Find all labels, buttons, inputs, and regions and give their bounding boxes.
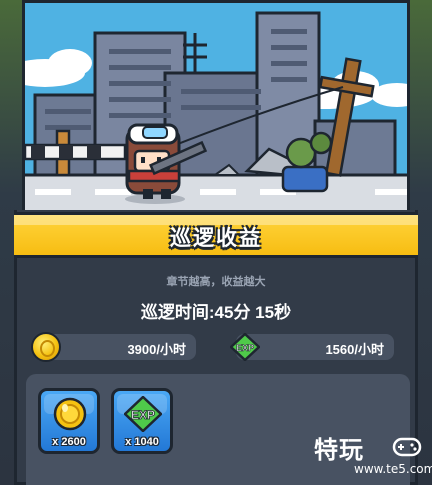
panel-subtitle: 章节越高，收益越大: [166, 276, 266, 288]
exp-rate-value: 1560/小时: [325, 342, 384, 357]
patrol-scene: [22, 0, 410, 210]
reward-card-gold[interactable]: x 2600: [38, 388, 100, 454]
gold-rate-value: 3900/小时: [127, 342, 186, 357]
gold-coin-icon: [31, 332, 61, 362]
exp-icon-label: EXP: [236, 343, 254, 353]
exp-icon: EXP: [124, 396, 162, 432]
panel-title: 巡逻收益: [170, 227, 262, 250]
reward-count-gold: x 2600: [52, 436, 86, 448]
watermark-brand: 特玩: [314, 437, 364, 464]
gold-coin-icon: [53, 397, 87, 431]
exp-icon: EXP: [230, 333, 260, 361]
antenna: [183, 33, 207, 73]
patrol-time: 巡逻时间:45分 15秒: [140, 303, 292, 322]
reward-card-exp[interactable]: EXP x 1040: [111, 388, 173, 454]
watermark: 特玩 www.te5.com: [314, 428, 432, 478]
gamepad-icon: [392, 437, 422, 457]
title-bar: 巡逻收益: [14, 212, 418, 258]
exp-card-label: EXP: [131, 408, 155, 422]
reward-count-exp: x 1040: [125, 436, 159, 448]
watermark-url: www.te5.com: [354, 462, 432, 476]
